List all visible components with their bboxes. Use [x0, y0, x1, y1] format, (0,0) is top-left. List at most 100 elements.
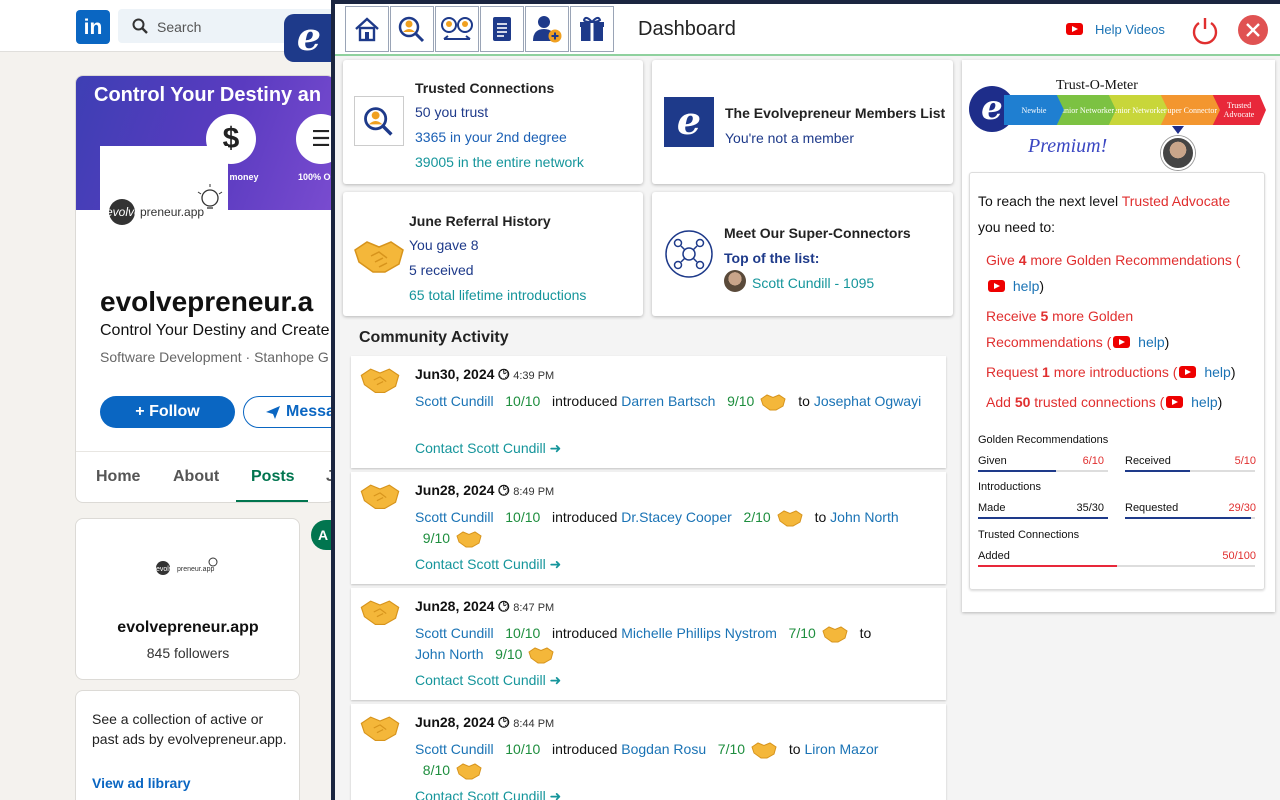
- trusted-count[interactable]: 50 you trust: [415, 104, 488, 120]
- company-tabs: Home About Posts J: [76, 451, 334, 502]
- contact-link[interactable]: Contact Scott Cundill ➜: [415, 556, 561, 573]
- connectors-button[interactable]: [435, 6, 479, 52]
- introducer-link[interactable]: Scott Cundill: [415, 393, 494, 409]
- contact-link[interactable]: Contact Scott Cundill ➜: [415, 672, 561, 689]
- req-number: 1: [1042, 364, 1050, 380]
- close-button[interactable]: [1238, 15, 1268, 45]
- followers-company-name[interactable]: evolvepreneur.app: [76, 619, 299, 637]
- help-link[interactable]: help: [1013, 278, 1039, 294]
- introduced-person-link[interactable]: Bogdan Rosu: [621, 741, 706, 757]
- svg-text:preneur.app: preneur.app: [140, 205, 204, 219]
- message-button[interactable]: Messa: [243, 396, 334, 428]
- introducer-link[interactable]: Scott Cundill: [415, 509, 494, 525]
- trusted-connections-card[interactable]: Trusted Connections 50 you trust 3365 in…: [343, 60, 643, 184]
- evolvepreneur-logo: evolve preneur.app: [106, 184, 223, 225]
- contact-link[interactable]: Contact Scott Cundill ➜: [415, 788, 561, 800]
- super-connectors-title: Meet Our Super-Connectors: [724, 225, 911, 241]
- trusted-connections-title: Trusted Connections: [978, 529, 1080, 541]
- activity-description: Scott Cundill 10/10 introduced Darren Ba…: [415, 391, 935, 412]
- to-text: to: [859, 625, 872, 641]
- introduced-person-link[interactable]: Darren Bartsch: [621, 393, 715, 409]
- network-count[interactable]: 39005 in the entire network: [415, 154, 584, 170]
- referrals-given: You gave 8: [409, 237, 479, 253]
- search-placeholder: Search: [157, 19, 202, 35]
- help-videos-link[interactable]: Help Videos: [1064, 22, 1165, 37]
- help-link[interactable]: help: [1138, 334, 1164, 350]
- activity-time: 8:49 PM: [513, 486, 555, 498]
- arrow-circle-icon: ➜: [549, 556, 562, 572]
- introducer-score: 10/10: [505, 741, 541, 757]
- evolvepreneur-small-logo: evolve preneur.app: [156, 557, 218, 575]
- ad-library-card: See a collection of active or past ads b…: [75, 690, 300, 800]
- verb-text: introduced: [551, 741, 618, 757]
- linkedin-logo[interactable]: in: [76, 10, 110, 44]
- super-connectors-card[interactable]: Meet Our Super-Connectors Top of the lis…: [652, 192, 953, 316]
- tab-home[interactable]: Home: [96, 468, 140, 486]
- paren: ): [1164, 334, 1170, 350]
- tab-posts[interactable]: Posts: [251, 468, 295, 486]
- clock-icon: 🕑︎: [498, 714, 510, 730]
- trust-o-meter-panel: Trust-O-Meter e Newbie Junior Networker Se…: [962, 60, 1275, 612]
- second-degree-count[interactable]: 3365 in your 2nd degree: [415, 129, 567, 145]
- documents-button[interactable]: [480, 6, 524, 52]
- activity-item: Jun30, 2024 🕑︎ 4:39 PM Scott Cundill 10/…: [351, 356, 946, 468]
- recipient-link[interactable]: Liron Mazor: [805, 741, 879, 757]
- handshake-icon: [822, 626, 848, 643]
- power-icon[interactable]: [1190, 15, 1220, 45]
- next-level-name: Trusted Advocate: [1121, 193, 1231, 209]
- gift-icon: [580, 16, 604, 41]
- recipient-link[interactable]: John North: [830, 509, 898, 525]
- to-text: to: [814, 509, 827, 525]
- evolvepreneur-extension-icon[interactable]: e: [284, 14, 334, 62]
- search-icon: [132, 18, 148, 34]
- introducer-score: 10/10: [505, 509, 541, 525]
- follow-button[interactable]: + Follow: [100, 396, 235, 428]
- add-person-button[interactable]: [525, 6, 569, 52]
- contact-link[interactable]: Contact Scott Cundill ➜: [415, 440, 561, 457]
- gift-button[interactable]: [570, 6, 614, 52]
- introduced-person-link[interactable]: Dr.Stacey Cooper: [621, 509, 732, 525]
- introducer-link[interactable]: Scott Cundill: [415, 625, 494, 641]
- referral-history-card[interactable]: June Referral History You gave 8 5 recei…: [343, 192, 643, 316]
- verb-text: introduced: [551, 509, 618, 525]
- activity-item: Jun28, 2024 🕑︎ 8:47 PM Scott Cundill 10/…: [351, 588, 946, 700]
- top-connector-link[interactable]: Scott Cundill - 1095: [752, 275, 874, 291]
- trusted-search-icon: [354, 96, 404, 146]
- help-link[interactable]: help: [1191, 394, 1217, 410]
- given-progress-bar: [978, 470, 1108, 472]
- req-text: Request: [986, 364, 1039, 380]
- activity-date: Jun30, 2024 🕑︎ 4:39 PM: [415, 366, 554, 383]
- trusted-search-icon: [398, 16, 425, 43]
- youtube-icon[interactable]: [1179, 366, 1197, 379]
- handshake-icon: [777, 510, 803, 527]
- tab-about[interactable]: About: [173, 468, 219, 486]
- requirement-give: Give 4 more Golden Recommendations (: [986, 247, 1240, 273]
- recipient-link[interactable]: John North: [415, 646, 483, 662]
- introducer-link[interactable]: Scott Cundill: [415, 741, 494, 757]
- made-value: 35/30: [1076, 502, 1104, 514]
- req-text: more Golden: [1052, 308, 1134, 324]
- req-number: 5: [1040, 308, 1049, 324]
- banner-title: Control Your Destiny an: [94, 84, 322, 106]
- introduced-score: 2/10: [743, 509, 771, 525]
- youtube-icon[interactable]: [988, 280, 1005, 293]
- help-link[interactable]: help: [1204, 364, 1230, 380]
- introduced-person-link[interactable]: Michelle Phillips Nystrom: [621, 625, 777, 641]
- activity-time: 8:44 PM: [513, 718, 555, 730]
- youtube-icon[interactable]: [1166, 396, 1184, 409]
- made-progress-fill: [978, 517, 1108, 519]
- to-text: to: [798, 393, 810, 409]
- handshake-icon: [751, 742, 777, 759]
- trust-level-super-connector: Super Connector: [1160, 95, 1220, 125]
- arrow-circle-icon: ➜: [549, 788, 562, 800]
- members-list-card[interactable]: e The Evolvepreneur Members List You're …: [652, 60, 953, 184]
- view-ad-library-link[interactable]: View ad library: [92, 775, 191, 791]
- youtube-icon[interactable]: [1113, 336, 1131, 349]
- verb-text: introduced: [551, 625, 618, 641]
- company-logo: evolve preneur.app: [100, 146, 228, 232]
- activity-date: Jun28, 2024 🕑︎ 8:49 PM: [415, 482, 554, 499]
- recipient-link[interactable]: Josephat Ogwayi: [814, 393, 921, 409]
- handshake-icon: [456, 531, 482, 548]
- home-button[interactable]: [345, 6, 389, 52]
- trusted-search-button[interactable]: [390, 6, 434, 52]
